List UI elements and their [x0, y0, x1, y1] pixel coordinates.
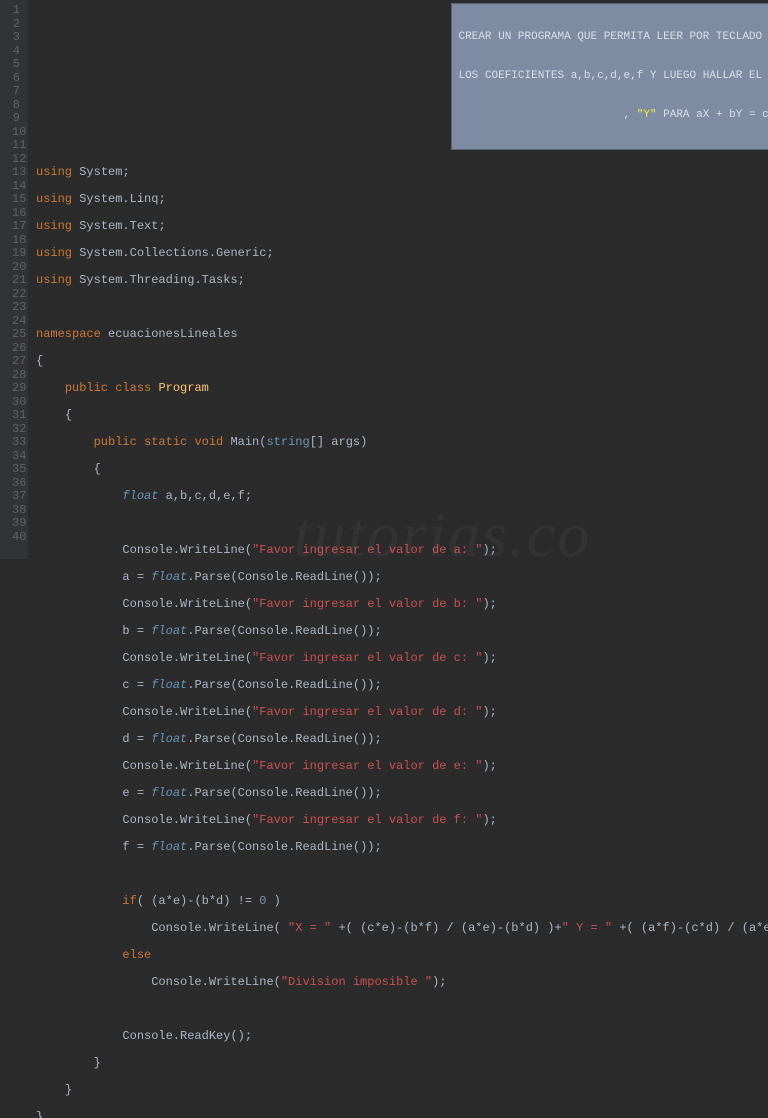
line-number: 3	[12, 31, 20, 45]
line-number: 29	[12, 382, 20, 396]
line-number: 17	[12, 220, 20, 234]
line-number: 22	[12, 288, 20, 302]
line-number: 5	[12, 58, 20, 72]
line-number: 21	[12, 274, 20, 288]
line-number: 27	[12, 355, 20, 369]
line-number: 18	[12, 234, 20, 248]
line-number: 7	[12, 85, 20, 99]
line-number: 4	[12, 45, 20, 59]
watermark-text: tutorias.co	[294, 528, 592, 542]
comment-line-3b: PARA aX + bY = c; dX +eY = f	[657, 109, 768, 121]
comment-line-1: CREAR UN PROGRAMA QUE PERMITA LEER POR T…	[458, 31, 768, 43]
line-number: 30	[12, 396, 20, 410]
line-number: 35	[12, 463, 20, 477]
line-number: 10	[12, 126, 20, 140]
line-number: 28	[12, 369, 20, 383]
line-number: 9	[12, 112, 20, 126]
line-number: 1	[12, 4, 20, 18]
line-number: 34	[12, 450, 20, 464]
comment-y: "Y"	[637, 109, 657, 121]
header-comment-block: CREAR UN PROGRAMA QUE PERMITA LEER POR T…	[451, 3, 768, 150]
code-area[interactable]: CREAR UN PROGRAMA QUE PERMITA LEER POR T…	[28, 0, 768, 559]
line-gutter: 1234567891011121314151617181920212223242…	[0, 0, 28, 559]
line-number: 20	[12, 261, 20, 275]
line-number: 32	[12, 423, 20, 437]
comment-line-2a: LOS COEFICIENTES a,b,c,d,e,f Y LUEGO HAL…	[458, 70, 768, 82]
line-number: 26	[12, 342, 20, 356]
line-number: 12	[12, 153, 20, 167]
comment-line-3a: ,	[624, 109, 637, 121]
line-number: 6	[12, 72, 20, 86]
line-number: 19	[12, 247, 20, 261]
code-editor[interactable]: 1234567891011121314151617181920212223242…	[0, 0, 768, 559]
line-number: 31	[12, 409, 20, 423]
line-number: 40	[12, 531, 20, 545]
line-number: 15	[12, 193, 20, 207]
line-number: 2	[12, 18, 20, 32]
line-number: 24	[12, 315, 20, 329]
line-number: 36	[12, 477, 20, 491]
line-number: 14	[12, 180, 20, 194]
line-number: 8	[12, 99, 20, 113]
line-number: 23	[12, 301, 20, 315]
line-number: 25	[12, 328, 20, 342]
line-number: 38	[12, 504, 20, 518]
line-number: 39	[12, 517, 20, 531]
line-number: 37	[12, 490, 20, 504]
line-number: 16	[12, 207, 20, 221]
line-number: 33	[12, 436, 20, 450]
line-number: 13	[12, 166, 20, 180]
line-number: 11	[12, 139, 20, 153]
